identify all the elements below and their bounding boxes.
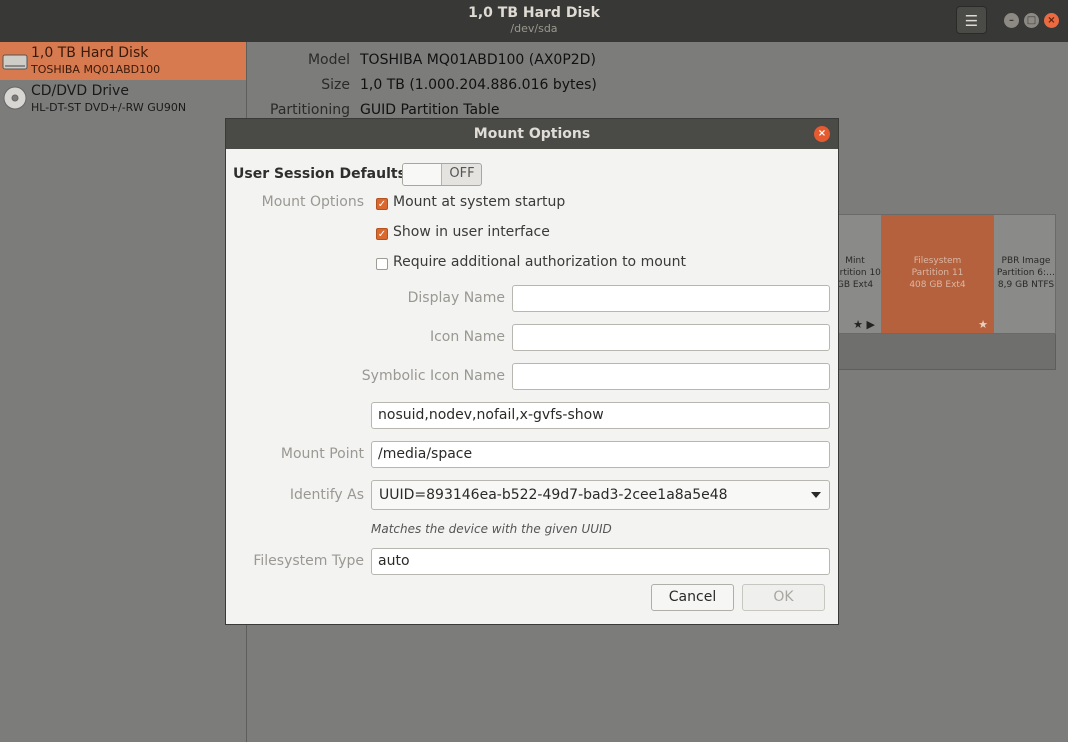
icon-name-label: Icon Name (429, 329, 505, 345)
maximize-icon[interactable]: □ (1024, 13, 1039, 28)
size-label: Size (321, 77, 350, 93)
identify-as-hint: Matches the device with the given UUID (371, 522, 612, 536)
symbolic-icon-name-input[interactable] (512, 363, 830, 390)
display-name-input[interactable] (512, 285, 830, 312)
volume-size: 408 GB Ext4 (909, 280, 966, 290)
window-titlebar: 1,0 TB Hard Disk /dev/sda ☰ – □ × (0, 0, 1068, 42)
volume-map-lower (838, 334, 1056, 370)
sidebar-item-cd-dvd[interactable]: CD/DVD Drive HL-DT-ST DVD+/-RW GU90N (0, 80, 246, 118)
volume-partition: Partition 11 (911, 268, 964, 278)
dialog-title: Mount Options (226, 119, 838, 149)
model-value: TOSHIBA MQ01ABD100 (AX0P2D) (360, 52, 596, 68)
mount-at-startup-label[interactable]: Mount at system startup (393, 194, 565, 210)
volume-marks: ★ ▶ (853, 318, 875, 331)
identify-as-dropdown[interactable]: UUID=893146ea-b522-49d7-bad3-2cee1a8a5e4… (371, 480, 830, 510)
symbolic-icon-name-label: Symbolic Icon Name (361, 368, 505, 384)
optical-disc-icon (3, 86, 27, 110)
sidebar-item-label: CD/DVD Drive (31, 83, 129, 99)
hamburger-menu-icon[interactable]: ☰ (956, 6, 987, 34)
device-sidebar: 1,0 TB Hard Disk TOSHIBA MQ01ABD100 CD/D… (0, 42, 247, 742)
toggle-state: OFF (449, 166, 475, 181)
require-auth-checkbox[interactable] (376, 258, 388, 270)
sidebar-item-sublabel: TOSHIBA MQ01ABD100 (31, 63, 161, 76)
ok-button[interactable]: OK (742, 584, 825, 611)
mount-options-label: Mount Options (261, 194, 364, 210)
volume-size: 8,9 GB NTFS (997, 280, 1055, 290)
identify-as-label: Identify As (289, 487, 364, 503)
window-title: 1,0 TB Hard Disk (468, 5, 600, 21)
close-icon[interactable]: × (1044, 13, 1059, 28)
display-name-label: Display Name (407, 290, 505, 306)
volume-marks: ★ (978, 318, 988, 331)
size-value: 1,0 TB (1.000.204.886.016 bytes) (360, 77, 597, 93)
sidebar-item-label: 1,0 TB Hard Disk (31, 45, 149, 61)
close-icon[interactable]: × (814, 126, 830, 142)
toggle-knob (403, 164, 442, 185)
identify-as-value: UUID=893146ea-b522-49d7-bad3-2cee1a8a5e4… (379, 487, 728, 503)
volume-name: PBR Image (1001, 256, 1051, 266)
volume-partition-11[interactable]: Filesystem Partition 11 408 GB Ext4 ★ (881, 215, 994, 333)
user-session-defaults-label: User Session Defaults (233, 166, 406, 182)
sidebar-item-sublabel: HL-DT-ST DVD+/-RW GU90N (31, 101, 187, 114)
cancel-button[interactable]: Cancel (651, 584, 734, 611)
volume-partition: Partition 6:… (996, 268, 1056, 278)
mount-point-label: Mount Point (280, 446, 364, 462)
filesystem-type-input[interactable]: auto (371, 548, 830, 575)
require-auth-label[interactable]: Require additional authorization to moun… (393, 254, 686, 270)
user-session-defaults-toggle[interactable]: OFF (402, 163, 482, 186)
show-in-ui-label[interactable]: Show in user interface (393, 224, 550, 240)
partitioning-value: GUID Partition Table (360, 102, 500, 118)
volume-partition-6[interactable]: PBR Image Partition 6:… 8,9 GB NTFS (995, 215, 1057, 333)
window-subtitle: /dev/sda (510, 22, 558, 35)
mount-at-startup-checkbox[interactable]: ✓ (376, 198, 388, 210)
filesystem-type-label: Filesystem Type (253, 553, 364, 569)
icon-name-input[interactable] (512, 324, 830, 351)
chevron-down-icon (811, 492, 821, 498)
mount-options-dialog: Mount Options × User Session Defaults OF… (226, 119, 838, 624)
show-in-ui-checkbox[interactable]: ✓ (376, 228, 388, 240)
volume-map: Mint Partition 10 GB Ext4 ★ ▶ Filesystem… (829, 214, 1057, 334)
model-label: Model (307, 52, 350, 68)
minimize-icon[interactable]: – (1004, 13, 1019, 28)
partitioning-label: Partitioning (270, 102, 350, 118)
mount-options-input[interactable]: nosuid,nodev,nofail,x-gvfs-show (371, 402, 830, 429)
mount-point-input[interactable]: /media/space (371, 441, 830, 468)
sidebar-item-hard-disk[interactable]: 1,0 TB Hard Disk TOSHIBA MQ01ABD100 (0, 42, 246, 80)
hard-disk-icon (2, 54, 28, 70)
volume-name: Filesystem (913, 256, 962, 266)
